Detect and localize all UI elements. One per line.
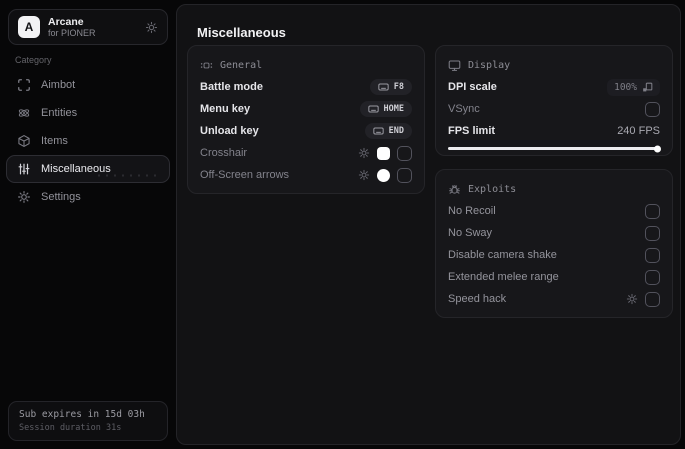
app-logo: A <box>18 16 40 38</box>
setting-row-vsync: VSync <box>448 98 660 120</box>
category-label: Category <box>15 55 52 65</box>
sidebar-item-label: Entities <box>41 107 78 119</box>
setting-label: FPS limit <box>448 125 496 137</box>
keyboard-icon <box>367 105 379 113</box>
sidebar-item-label: Items <box>41 135 68 147</box>
sidebar-item-aimbot[interactable]: Aimbot <box>6 71 170 99</box>
entities-atom-icon <box>17 106 31 120</box>
items-cube-icon <box>17 134 31 148</box>
keybind-button[interactable]: END <box>364 123 412 139</box>
setting-label: Battle mode <box>200 81 263 93</box>
setting-label: No Recoil <box>448 205 496 217</box>
keybind-button[interactable]: F8 <box>369 79 412 95</box>
setting-row-crosshair: Crosshair <box>200 142 412 164</box>
setting-label: Off-Screen arrows <box>200 169 290 181</box>
sidebar-item-label: Settings <box>41 191 81 203</box>
setting-label: Menu key <box>200 103 251 115</box>
keybind-button[interactable]: HOME <box>359 101 412 117</box>
crosshair-checkbox[interactable] <box>397 145 412 161</box>
exploits-card-title: Exploits <box>468 183 517 195</box>
fps-limit-value: 240 FPS <box>617 125 660 137</box>
offscreen-color-swatch[interactable] <box>377 168 390 182</box>
exploits-card: Exploits No Recoil No Sway Disable camer… <box>435 169 673 318</box>
bug-icon <box>448 183 461 196</box>
setting-label: No Sway <box>448 227 493 239</box>
fps-limit-slider-knob[interactable] <box>654 145 661 152</box>
settings-gear-icon <box>17 190 31 204</box>
general-grid-icon <box>200 59 213 72</box>
exploits-card-header: Exploits <box>448 180 660 198</box>
setting-label: Extended melee range <box>448 271 559 283</box>
subscription-info-card: Sub expires in 15d 03h Session duration … <box>8 401 168 441</box>
page-title: Miscellaneous <box>197 25 286 40</box>
setting-row-extended-melee-range: Extended melee range <box>448 266 660 288</box>
vsync-checkbox[interactable] <box>645 101 660 117</box>
setting-row-menu-key: Menu key HOME <box>200 98 412 120</box>
keybind-value: F8 <box>393 82 404 92</box>
speed-hack-checkbox[interactable] <box>645 291 660 307</box>
aimbot-scan-icon <box>17 78 31 92</box>
dpi-scale-button[interactable]: 100% <box>607 78 660 96</box>
general-card-header: General <box>200 56 412 74</box>
crosshair-settings-gear-icon[interactable] <box>358 147 370 159</box>
no-sway-checkbox[interactable] <box>645 225 660 241</box>
setting-row-battle-mode: Battle mode F8 <box>200 76 412 98</box>
keyboard-icon <box>378 83 389 91</box>
header-gear-icon[interactable] <box>145 21 158 34</box>
display-card-header: Display <box>448 56 660 74</box>
sidebar-item-settings[interactable]: Settings <box>6 183 170 211</box>
melee-range-checkbox[interactable] <box>645 269 660 285</box>
dpi-scale-value: 100% <box>614 81 637 93</box>
setting-row-offscreen-arrows: Off-Screen arrows <box>200 164 412 186</box>
general-card: General Battle mode F8 Menu key HOME Unl… <box>187 45 425 194</box>
scale-icon <box>642 82 653 93</box>
sidebar-item-items[interactable]: Items <box>6 127 170 155</box>
sub-expires-text: Sub expires in 15d 03h <box>19 409 145 420</box>
no-recoil-checkbox[interactable] <box>645 203 660 219</box>
app-name: Arcane <box>48 15 84 28</box>
setting-label: DPI scale <box>448 81 497 93</box>
setting-row-speed-hack: Speed hack <box>448 288 660 310</box>
setting-label: Crosshair <box>200 147 248 159</box>
display-card: Display DPI scale 100% VSync FPS limit 2… <box>435 45 673 156</box>
app-subtitle: for PIONER <box>48 27 96 38</box>
fps-limit-slider[interactable] <box>448 145 661 152</box>
main-panel: Miscellaneous General Battle mode F8 Men… <box>176 4 681 445</box>
setting-row-no-sway: No Sway <box>448 222 660 244</box>
sidebar-item-entities[interactable]: Entities <box>6 99 170 127</box>
setting-row-no-recoil: No Recoil <box>448 200 660 222</box>
keyboard-icon <box>372 127 384 135</box>
active-item-texture <box>95 173 159 178</box>
speed-hack-settings-gear-icon[interactable] <box>626 293 638 305</box>
keybind-value: HOME <box>383 104 404 114</box>
setting-row-disable-camera-shake: Disable camera shake <box>448 244 660 266</box>
miscellaneous-sliders-icon <box>17 162 31 176</box>
setting-label: VSync <box>448 103 480 115</box>
display-card-title: Display <box>468 59 511 71</box>
camera-shake-checkbox[interactable] <box>645 247 660 263</box>
sidebar: A Arcane for PIONER Category Aimbot Enti… <box>0 0 176 449</box>
offscreen-settings-gear-icon[interactable] <box>358 169 370 181</box>
offscreen-checkbox[interactable] <box>397 167 412 183</box>
setting-row-dpi-scale: DPI scale 100% <box>448 76 660 98</box>
app-header-card: A Arcane for PIONER <box>8 9 168 45</box>
sidebar-item-miscellaneous[interactable]: Miscellaneous <box>6 155 170 183</box>
crosshair-color-swatch[interactable] <box>377 146 390 160</box>
sidebar-item-label: Aimbot <box>41 79 76 91</box>
setting-row-fps-limit: FPS limit 240 FPS <box>448 120 660 142</box>
monitor-icon <box>448 59 461 72</box>
keybind-value: END <box>388 126 404 136</box>
setting-label: Disable camera shake <box>448 249 557 261</box>
session-duration-text: Session duration 31s <box>19 423 122 433</box>
setting-row-unload-key: Unload key END <box>200 120 412 142</box>
setting-label: Unload key <box>200 125 259 137</box>
setting-label: Speed hack <box>448 293 507 305</box>
sidebar-nav: Aimbot Entities Items Miscellaneous Sett… <box>6 71 170 211</box>
app-title-block: Arcane for PIONER <box>48 16 96 39</box>
general-card-title: General <box>220 59 263 71</box>
